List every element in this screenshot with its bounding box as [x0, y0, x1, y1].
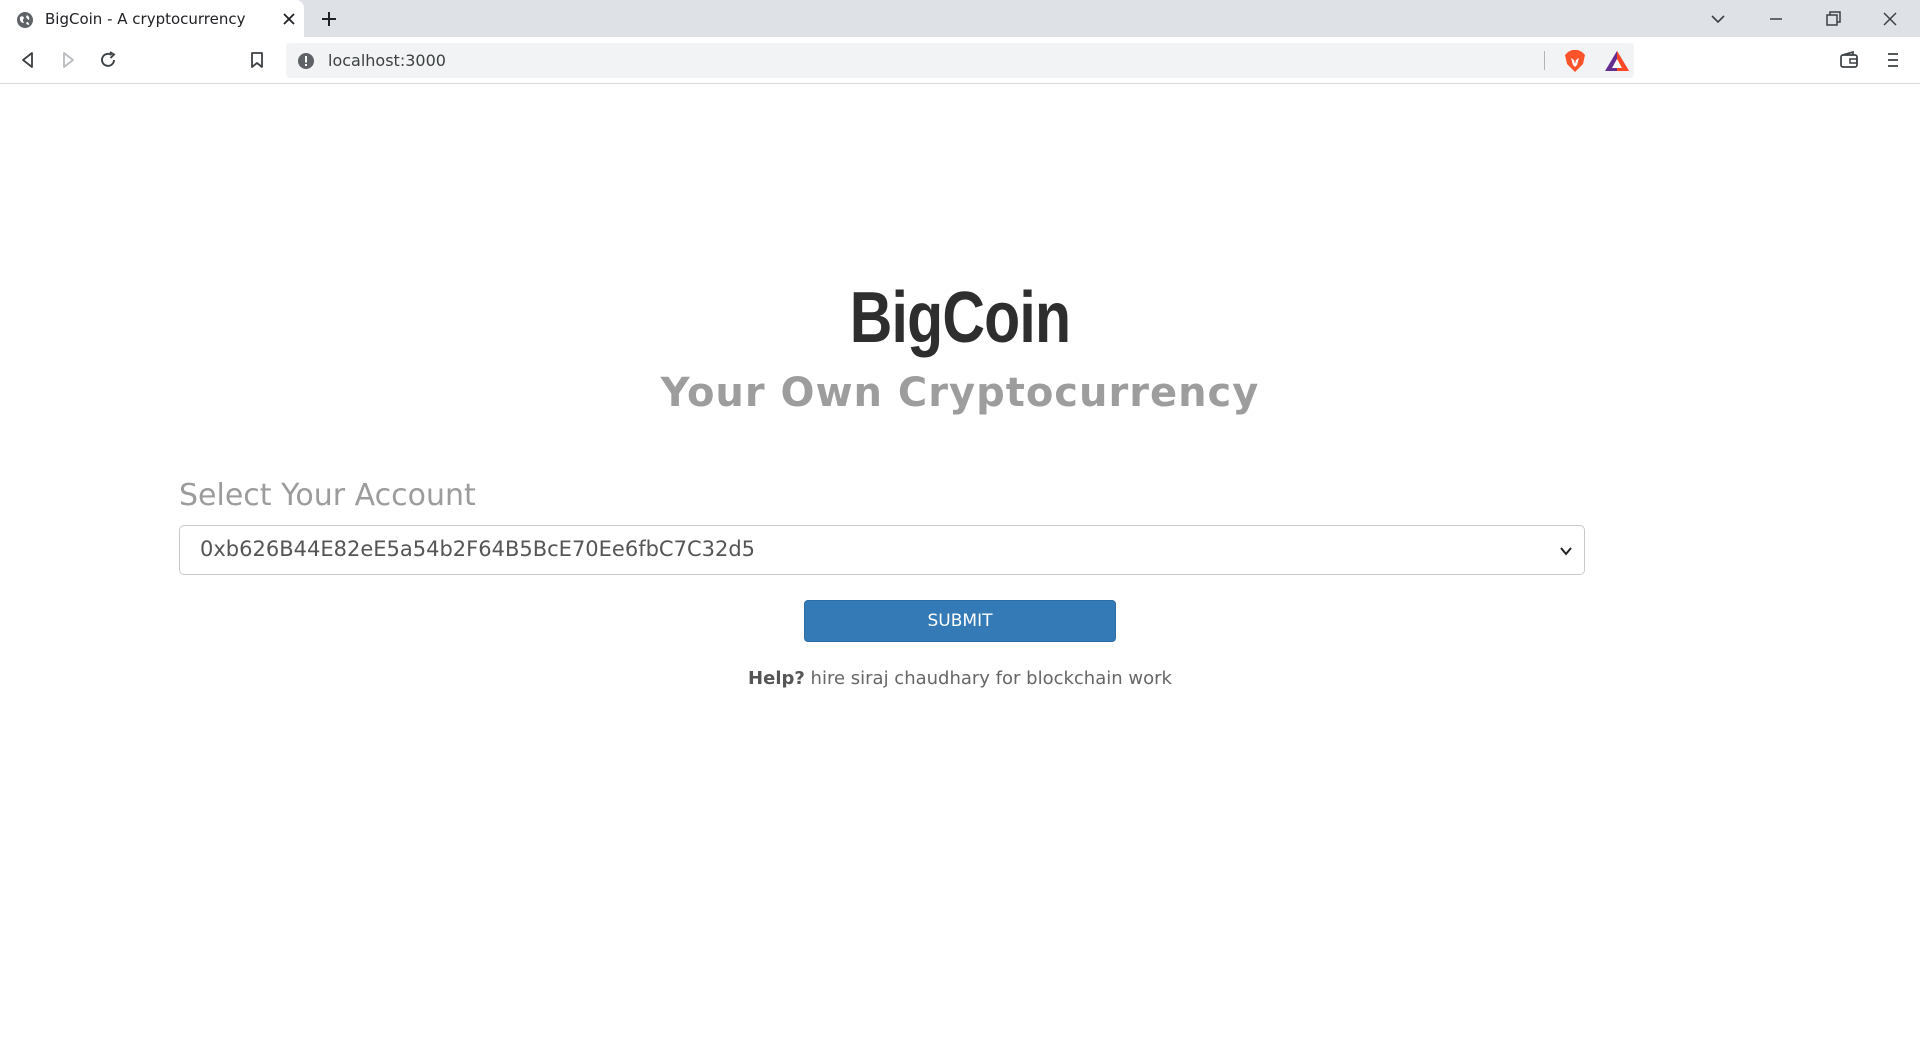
address-bar[interactable]: localhost:3000 [286, 43, 1634, 78]
browser-tab[interactable]: BigCoin - A cryptocurrency [0, 0, 304, 37]
chevron-down-icon [1560, 547, 1572, 556]
back-icon[interactable] [17, 49, 39, 71]
plus-icon[interactable] [318, 8, 340, 30]
hamburger-menu-icon[interactable] [1882, 49, 1904, 71]
chevron-down-icon[interactable] [1707, 8, 1729, 30]
close-icon[interactable] [280, 10, 298, 28]
page-subtitle: Your Own Cryptocurrency [660, 370, 1260, 416]
bat-triangle-icon[interactable] [1604, 50, 1630, 72]
globe-icon [17, 12, 33, 28]
close-icon[interactable] [1879, 8, 1901, 30]
bookmark-icon[interactable] [246, 49, 268, 71]
account-label: Select Your Account [179, 478, 476, 513]
info-icon[interactable] [296, 51, 316, 71]
help-label: Help? [748, 668, 805, 689]
page-title: BigCoin [849, 278, 1071, 358]
wallet-icon[interactable] [1838, 49, 1860, 71]
help-message: hire siraj chaudhary for blockchain work [804, 668, 1172, 689]
minimize-icon[interactable] [1765, 8, 1787, 30]
restore-icon[interactable] [1822, 8, 1844, 30]
forward-icon[interactable] [57, 49, 79, 71]
brave-lion-icon[interactable] [1564, 49, 1586, 73]
submit-button[interactable]: SUBMIT [804, 600, 1116, 642]
reload-icon[interactable] [97, 49, 119, 71]
selected-account-value: 0xb626B44E82eE5a54b2F64B5BcE70Ee6fbC7C32… [200, 537, 756, 561]
help-text: Help? hire siraj chaudhary for blockchai… [0, 668, 1920, 689]
browser-toolbar: localhost:3000 [0, 37, 1920, 84]
tab-title: BigCoin - A cryptocurrency [45, 10, 246, 28]
page-content: BigCoin Your Own Cryptocurrency Select Y… [0, 85, 1920, 1042]
tab-strip: BigCoin - A cryptocurrency [0, 0, 1920, 37]
address-divider [1544, 51, 1545, 70]
account-select[interactable]: 0xb626B44E82eE5a54b2F64B5BcE70Ee6fbC7C32… [179, 525, 1585, 575]
url-text: localhost:3000 [328, 51, 446, 70]
